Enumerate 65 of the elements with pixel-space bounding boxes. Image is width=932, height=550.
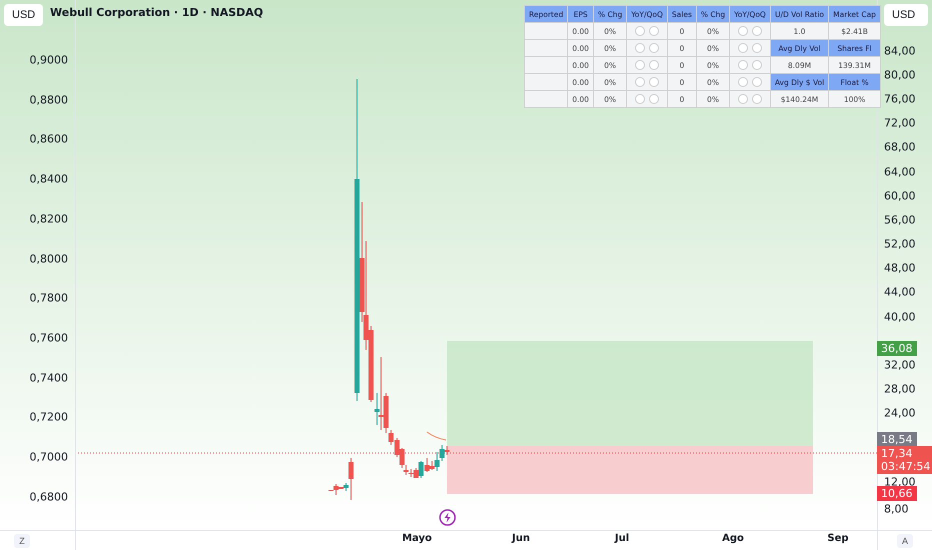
price-tick: 24,00 bbox=[884, 406, 916, 420]
price-tick: 60,00 bbox=[884, 190, 916, 202]
price-label: 17,34 03:47:54 bbox=[877, 446, 932, 474]
price-tick: 84,00 bbox=[884, 44, 916, 58]
date-tick: Ago bbox=[722, 533, 744, 544]
date-tick: Jul bbox=[614, 533, 630, 544]
price-tick: 56,00 bbox=[884, 214, 916, 226]
price-tick: 0,7600 bbox=[30, 331, 68, 344]
price-tick: 0,8000 bbox=[30, 252, 68, 265]
radio-icon bbox=[649, 26, 660, 36]
price-tick: 28,00 bbox=[884, 382, 916, 396]
currency-button[interactable]: USD bbox=[4, 4, 44, 26]
date-tick: Jun bbox=[512, 533, 530, 544]
radio-icon bbox=[635, 43, 646, 53]
price-tick: 8,00 bbox=[884, 502, 908, 516]
radio-icon bbox=[635, 26, 646, 36]
currency-button[interactable]: USD bbox=[884, 4, 928, 26]
price-tick: 76,00 bbox=[884, 92, 916, 106]
radio-icon bbox=[635, 77, 646, 87]
radio-icon bbox=[752, 94, 762, 104]
trend-curve bbox=[426, 432, 446, 440]
price-tick: 0,7800 bbox=[30, 292, 68, 305]
lightning-icon[interactable] bbox=[439, 509, 456, 526]
radio-icon bbox=[738, 77, 748, 87]
price-tick: 0,8400 bbox=[30, 172, 68, 186]
price-tick: 80,00 bbox=[884, 68, 916, 82]
price-tick: 32,00 bbox=[884, 358, 916, 372]
price-tick: 0,7200 bbox=[30, 410, 68, 424]
price-tick: 12,00 bbox=[884, 476, 916, 488]
price-tick: 68,00 bbox=[884, 140, 916, 154]
price-tick: 0,7400 bbox=[30, 371, 68, 384]
price-tick: 0,7000 bbox=[30, 450, 68, 464]
price-tick: 0,6800 bbox=[30, 490, 68, 504]
date-tick: Sep bbox=[827, 533, 849, 544]
radio-icon bbox=[738, 94, 748, 104]
radio-icon bbox=[649, 60, 660, 70]
radio-icon bbox=[649, 43, 660, 53]
radio-icon bbox=[635, 94, 646, 104]
zoom-button[interactable]: Z bbox=[14, 534, 30, 548]
radio-icon bbox=[752, 43, 762, 53]
radio-icon bbox=[738, 60, 748, 70]
price-label: 10,66 bbox=[877, 486, 916, 501]
price-label: 36,08 bbox=[877, 341, 916, 356]
radio-icon bbox=[649, 94, 660, 104]
price-tick: 0,8600 bbox=[30, 132, 68, 146]
chart-title: Webull Corporation · 1D · NASDAQ bbox=[50, 6, 264, 19]
radio-icon bbox=[752, 77, 762, 87]
price-tick: 40,00 bbox=[884, 310, 916, 324]
radio-icon bbox=[752, 26, 762, 36]
radio-icon bbox=[635, 60, 646, 70]
auto-scale-button[interactable]: A bbox=[897, 534, 913, 548]
price-tick: 48,00 bbox=[884, 262, 916, 274]
price-tick: 64,00 bbox=[884, 166, 916, 178]
radio-icon bbox=[752, 60, 762, 70]
price-tick: 44,00 bbox=[884, 286, 916, 298]
price-tick: 0,8800 bbox=[30, 93, 68, 106]
price-label: 18,54 bbox=[877, 432, 916, 447]
radio-icon bbox=[738, 43, 748, 53]
price-tick: 0,9000 bbox=[30, 54, 68, 66]
radio-icon bbox=[649, 77, 660, 87]
price-tick: 72,00 bbox=[884, 116, 916, 130]
price-tick: 52,00 bbox=[884, 238, 916, 250]
date-tick: Mayo bbox=[402, 533, 432, 544]
radio-icon bbox=[738, 26, 748, 36]
price-tick: 0,8200 bbox=[30, 212, 68, 226]
